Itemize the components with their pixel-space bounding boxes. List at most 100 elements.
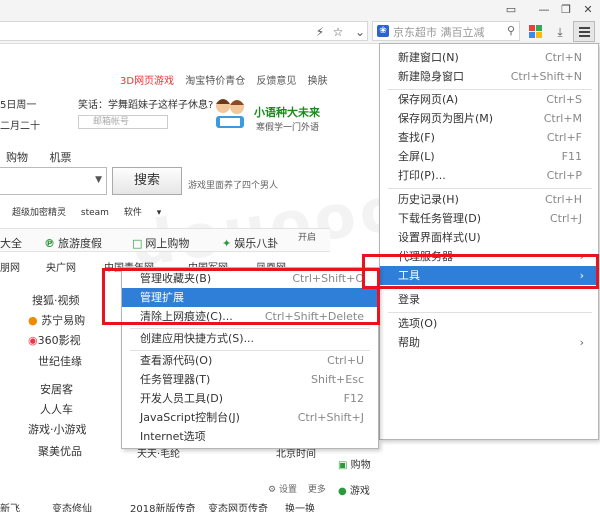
gear-icon[interactable]: ⚙	[268, 485, 276, 495]
restore-icon[interactable]: ❐	[558, 3, 574, 17]
menu-item-task-manager[interactable]: 任务管理器(T) Shift+Esc	[122, 370, 378, 389]
menu-item-new-window[interactable]: 新建窗口(N) Ctrl+N	[380, 48, 598, 67]
menu-item-shortcut: Ctrl+H	[544, 193, 582, 206]
menu-item-label: 新建窗口(N)	[398, 51, 459, 64]
menu-item-shortcut: Shift+Esc	[311, 373, 364, 386]
date-text: 5日周一	[0, 100, 37, 111]
category-item[interactable]: ✦ 娱乐八卦	[222, 235, 278, 251]
menu-item-downloads[interactable]: 下载任务管理(D) Ctrl+J	[380, 209, 598, 228]
apps-icon[interactable]	[529, 25, 542, 38]
site-link[interactable]: 搜狐·视频	[32, 292, 80, 308]
menu-item-shortcut: Ctrl+P	[546, 169, 582, 182]
menu-item-label: JavaScript控制台(J)	[140, 411, 240, 424]
menu-item-label: 设置界面样式(U)	[398, 231, 481, 244]
side-link[interactable]: ● 游戏	[338, 482, 370, 497]
hot-keywords: 超级加密精灵 steam 软件 ▾	[12, 205, 173, 218]
close-icon[interactable]: ✕	[580, 3, 596, 17]
search-input[interactable]: ❀ 京东超市 满百立减 ⚲	[372, 21, 520, 41]
menu-item-dev-tools[interactable]: 开发人员工具(D) F12	[122, 389, 378, 408]
minimize-icon[interactable]: —	[536, 3, 552, 17]
category-link[interactable]: 大全	[0, 235, 22, 251]
site-link[interactable]: 聚美优品	[38, 443, 82, 459]
page-search-input[interactable]: ▼	[0, 167, 107, 195]
toggle-link[interactable]: 开启	[298, 230, 316, 243]
category-item[interactable]: ℗ 旅游度假	[44, 235, 102, 251]
chevron-down-icon[interactable]: ⌄	[352, 25, 368, 39]
menu-item-label: 开发人员工具(D)	[140, 392, 224, 405]
keyword-link[interactable]: 软件	[124, 208, 142, 218]
more-link[interactable]: 更多	[308, 485, 326, 495]
menu-item-fullscreen[interactable]: 全屏(L) F11	[380, 147, 598, 166]
lightning-icon[interactable]: ⚡	[312, 25, 328, 39]
bottom-link[interactable]: 变态修仙	[52, 500, 92, 512]
topnav-link[interactable]: 3D网页游戏	[120, 76, 174, 87]
menu-item-options[interactable]: 选项(O)	[380, 314, 598, 333]
category-item[interactable]: □ 网上购物	[132, 235, 189, 251]
suning-icon: ●	[28, 314, 38, 327]
menu-item-label: 历史记录(H)	[398, 193, 459, 206]
joke-link[interactable]: 笑话：学舞蹈妹子这样子休息?	[78, 96, 213, 111]
site-link[interactable]: ◉360影视	[28, 332, 81, 348]
ad-title[interactable]: 小语种大未来	[254, 104, 320, 120]
menu-item-help[interactable]: 帮助 ›	[380, 333, 598, 352]
bottom-link[interactable]: 2018新版传奇	[130, 500, 195, 512]
ad-subtitle: 寒假学一门外语	[256, 123, 320, 133]
browser-toolbar: ▭ — ❐ ✕ ⚡ ☆ ⌄ ❀ 京东超市 满百立减 ⚲ ⤓	[0, 0, 600, 44]
chevron-right-icon: ›	[579, 336, 584, 349]
search-icon[interactable]: ⚲	[507, 24, 515, 37]
ad-text[interactable]: 游戏里面养了四个男人	[188, 178, 278, 191]
topnav-link[interactable]: 淘宝特价青仓	[185, 76, 245, 87]
lunar-date-text: 二月二十	[0, 121, 40, 132]
download-icon[interactable]: ⤓	[552, 25, 568, 39]
menu-item-view-source[interactable]: 查看源代码(O) Ctrl+U	[122, 351, 378, 370]
menu-separator	[388, 312, 592, 313]
menu-item-js-console[interactable]: JavaScript控制台(J) Ctrl+Shift+J	[122, 408, 378, 427]
settings-link[interactable]: 设置	[279, 485, 297, 495]
bottom-link[interactable]: 变态网页传奇	[208, 500, 268, 512]
menu-item-shortcut: Ctrl+S	[546, 93, 582, 106]
menu-item-find[interactable]: 查找(F) Ctrl+F	[380, 128, 598, 147]
menu-item-new-incognito[interactable]: 新建隐身窗口 Ctrl+Shift+N	[380, 67, 598, 86]
shirt-icon[interactable]: ▭	[503, 3, 519, 17]
menu-item-login[interactable]: 登录	[380, 290, 598, 309]
search-placeholder: 京东超市 满百立减	[393, 26, 485, 39]
main-menu-button[interactable]	[573, 21, 595, 42]
bottom-link[interactable]: 换一换	[285, 500, 315, 512]
site-link[interactable]: ● 苏宁易购	[28, 312, 85, 328]
site-link[interactable]: 央广网	[46, 259, 76, 274]
site-link[interactable]: 朋网	[0, 259, 20, 274]
site-link[interactable]: 游戏·小游戏	[28, 421, 87, 437]
keyword-link[interactable]: 超级加密精灵	[12, 208, 66, 218]
menu-item-label: 打印(P)...	[398, 169, 446, 182]
search-button[interactable]: 搜索	[112, 167, 182, 195]
bottom-link[interactable]: 新飞	[0, 500, 20, 512]
site-link[interactable]: 安居客	[40, 381, 73, 397]
star-icon[interactable]: ☆	[330, 25, 346, 39]
topnav-link[interactable]: 反馈意见	[256, 76, 296, 87]
chevron-down-icon[interactable]: ▾	[157, 208, 162, 218]
topnav-link[interactable]: 换肤	[308, 76, 328, 87]
category-bar: 大全 ℗ 旅游度假 □ 网上购物 ✦ 娱乐八卦	[0, 228, 330, 252]
menu-item-label: 选项(O)	[398, 317, 438, 330]
360-icon: ◉	[28, 334, 38, 347]
star-icon: ✦	[222, 237, 232, 250]
dropdown-icon[interactable]: ▼	[95, 175, 102, 185]
keyword-link[interactable]: steam	[81, 208, 109, 218]
menu-item-save-page[interactable]: 保存网页(A) Ctrl+S	[380, 90, 598, 109]
menu-item-history[interactable]: 历史记录(H) Ctrl+H	[380, 190, 598, 209]
window-title-bar: ▭ — ❐ ✕	[0, 0, 600, 22]
side-link[interactable]: ▣ 购物	[338, 456, 371, 471]
leaf-icon: ℗	[44, 237, 55, 250]
site-link[interactable]: 世纪佳缘	[38, 353, 82, 369]
site-link[interactable]: 人人车	[40, 401, 73, 417]
menu-item-internet-options[interactable]: Internet选项	[122, 427, 378, 446]
menu-item-label: 登录	[398, 293, 420, 306]
menu-item-create-shortcut[interactable]: 创建应用快捷方式(S)...	[122, 329, 378, 348]
cart-icon: □	[132, 237, 143, 250]
menu-item-ui-style[interactable]: 设置界面样式(U)	[380, 228, 598, 247]
menu-item-print[interactable]: 打印(P)... Ctrl+P	[380, 166, 598, 185]
tab-shopping[interactable]: 购物	[6, 151, 28, 164]
tab-flights[interactable]: 机票	[50, 151, 72, 164]
mail-input[interactable]: 邮箱帐号	[78, 115, 168, 129]
menu-item-save-image[interactable]: 保存网页为图片(M) Ctrl+M	[380, 109, 598, 128]
